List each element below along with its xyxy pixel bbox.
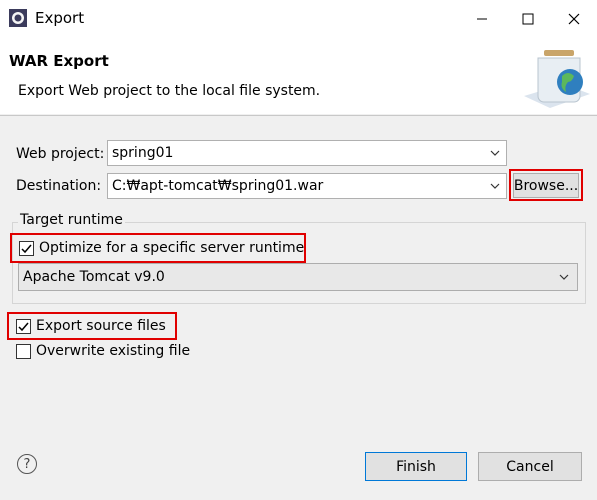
checkmark-icon — [18, 322, 29, 332]
runtime-value: Apache Tomcat v9.0 — [23, 269, 165, 285]
finish-button[interactable]: Finish — [365, 452, 467, 481]
optimize-checkbox[interactable] — [19, 241, 34, 256]
chevron-down-icon — [490, 183, 500, 189]
header-separator — [0, 115, 597, 116]
export-source-label: Export source files — [36, 318, 166, 334]
close-icon — [568, 13, 580, 25]
wizard-title: WAR Export — [9, 52, 109, 70]
checkmark-icon — [21, 244, 32, 254]
maximize-button[interactable] — [505, 0, 551, 38]
title-bar: Export — [0, 0, 597, 38]
help-icon[interactable]: ? — [17, 454, 37, 474]
runtime-select[interactable]: Apache Tomcat v9.0 — [18, 263, 578, 291]
optimize-label: Optimize for a specific server runtime — [39, 240, 305, 256]
cancel-button[interactable]: Cancel — [478, 452, 582, 481]
war-export-banner-icon — [524, 50, 590, 108]
destination-combo[interactable]: C:₩apt-tomcat₩spring01.war — [107, 173, 507, 199]
web-project-combo[interactable]: spring01 — [107, 140, 507, 166]
target-runtime-label: Target runtime — [18, 212, 125, 228]
web-project-label: Web project: — [16, 146, 105, 162]
eclipse-app-icon — [9, 9, 27, 27]
overwrite-checkbox[interactable] — [16, 344, 31, 359]
chevron-down-icon — [559, 274, 569, 280]
chevron-down-icon — [490, 150, 500, 156]
browse-button[interactable]: Browse... — [513, 173, 579, 198]
overwrite-label: Overwrite existing file — [36, 343, 191, 359]
export-source-checkbox[interactable] — [16, 319, 31, 334]
wizard-header: WAR Export Export Web project to the loc… — [0, 38, 597, 114]
minimize-button[interactable] — [459, 0, 505, 38]
maximize-icon — [522, 13, 534, 25]
window-title: Export — [35, 9, 85, 27]
wizard-description: Export Web project to the local file sys… — [18, 83, 321, 99]
destination-label: Destination: — [16, 178, 102, 194]
destination-value: C:₩apt-tomcat₩spring01.war — [112, 178, 324, 194]
close-button[interactable] — [551, 0, 597, 38]
web-project-value: spring01 — [112, 145, 174, 161]
minimize-icon — [477, 18, 487, 20]
